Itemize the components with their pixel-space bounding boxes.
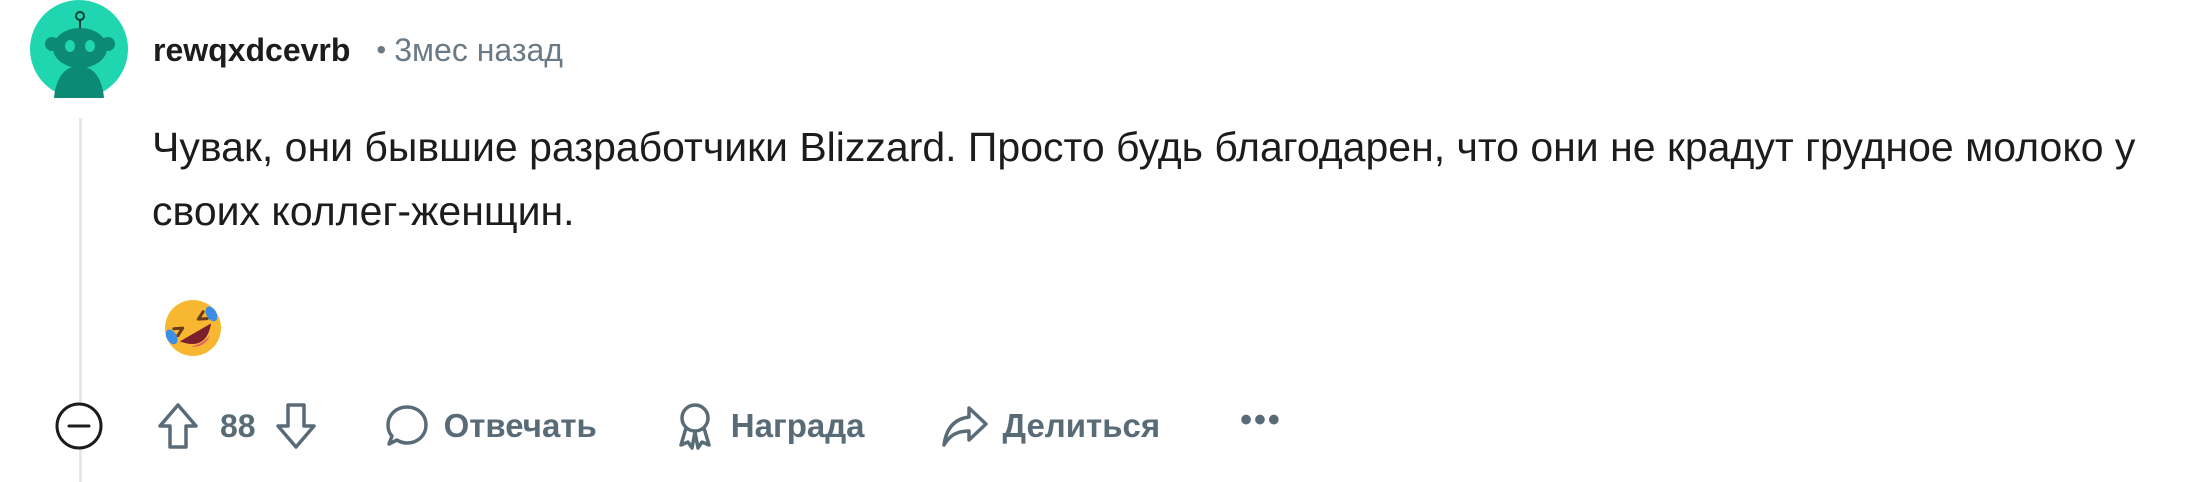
collapse-minus-icon <box>55 402 103 450</box>
upvote-button[interactable] <box>150 398 206 454</box>
timestamp[interactable]: 3мес назад <box>394 32 563 69</box>
reply-button[interactable]: Отвечать <box>384 403 597 449</box>
share-arrow-icon <box>941 406 988 447</box>
share-button[interactable]: Делиться <box>941 404 1161 448</box>
reply-label: Отвечать <box>443 407 597 444</box>
comment-body: Чувак, они бывшие разработчики Blizzard.… <box>152 124 2136 234</box>
rolling-on-floor-laughing-emoji-icon <box>160 295 226 361</box>
downvote-button[interactable] <box>268 398 324 454</box>
avatar[interactable] <box>30 0 128 98</box>
award-label: Награда <box>730 407 865 444</box>
collapse-button[interactable] <box>53 400 105 452</box>
more-options-button[interactable]: ••• <box>1240 401 1282 440</box>
downvote-arrow-icon <box>275 403 316 449</box>
comment-meta: rewqxdcevrb • 3мес назад <box>153 30 563 70</box>
comment-action-bar: 88 Отвечать Награда Делиться ••• <box>150 398 1282 454</box>
share-label: Делиться <box>1002 407 1161 444</box>
comment-bubble-icon <box>385 405 428 446</box>
meta-separator: • <box>376 34 387 65</box>
vote-score: 88 <box>220 407 256 444</box>
award-ribbon-icon <box>679 403 711 450</box>
reddit-snoo-avatar-icon <box>30 0 128 98</box>
username[interactable]: rewqxdcevrb <box>153 32 350 69</box>
award-button[interactable]: Награда <box>673 401 865 451</box>
upvote-arrow-icon <box>158 403 198 449</box>
